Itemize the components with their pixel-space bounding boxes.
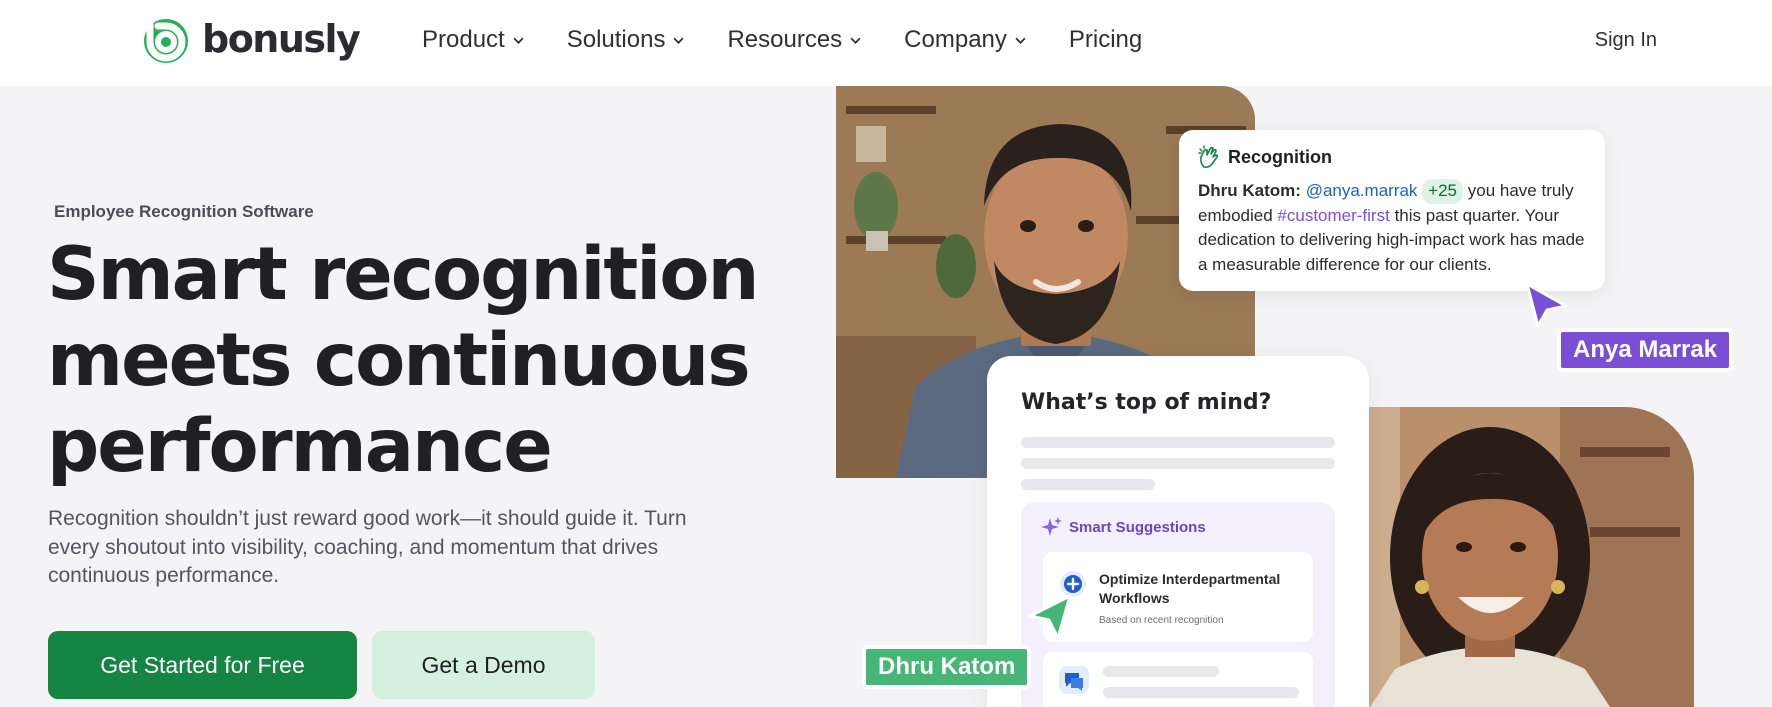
get-started-button[interactable]: Get Started for Free <box>48 631 357 699</box>
hero-headline: Smart recognition meets continuous perfo… <box>47 232 767 490</box>
suggestion-item[interactable]: Optimize Interdepartmental Workflows Bas… <box>1043 552 1313 642</box>
chevron-down-icon <box>513 37 524 44</box>
recognition-mention[interactable]: @anya.marrak <box>1306 181 1418 200</box>
woman-photo <box>1340 407 1694 707</box>
recognition-card-title: Recognition <box>1228 146 1332 167</box>
chat-bubble-icon <box>1059 666 1089 694</box>
recognition-card: Recognition Dhru Katom: @anya.marrak +25… <box>1179 130 1605 291</box>
dhru-name-tag: Dhru Katom <box>862 645 1032 689</box>
smart-suggestions-title: Smart Suggestions <box>1069 518 1206 536</box>
suggestion-title: Optimize Interdepartmental Workflows <box>1099 571 1281 606</box>
sparkle-icon <box>1041 517 1062 536</box>
hero-eyebrow: Employee Recognition Software <box>54 202 314 221</box>
skeleton-line <box>1021 479 1155 490</box>
suggestion-item[interactable] <box>1043 652 1313 707</box>
nav-company[interactable]: Company <box>904 26 1026 54</box>
top-nav: bonusly Product Solutions Resources Comp… <box>0 0 1772 86</box>
recognition-message: Dhru Katom: @anya.marrak +25 you have tr… <box>1198 179 1586 277</box>
nav-pricing[interactable]: Pricing <box>1069 26 1142 54</box>
get-demo-button[interactable]: Get a Demo <box>372 631 595 699</box>
skeleton-line <box>1103 666 1219 677</box>
chevron-down-icon <box>673 37 684 44</box>
logo-wordmark: bonusly <box>202 17 361 61</box>
skeleton-line <box>1103 687 1299 698</box>
headline-line-3: performance <box>47 404 553 489</box>
nav-resources[interactable]: Resources <box>727 26 861 54</box>
clapping-hands-icon <box>1198 145 1219 168</box>
chevron-down-icon <box>1015 37 1026 44</box>
nav-solutions-label: Solutions <box>566 26 666 53</box>
recognition-author: Dhru Katom: <box>1198 181 1301 200</box>
top-of-mind-card: What’s top of mind? Smart Suggestions Op… <box>987 356 1369 707</box>
sign-in-link[interactable]: Sign In <box>1595 29 1657 52</box>
nav-solutions[interactable]: Solutions <box>567 26 685 54</box>
chevron-down-icon <box>850 37 861 44</box>
nav-pricing-label: Pricing <box>1068 26 1143 53</box>
skeleton-line <box>1021 458 1335 469</box>
cursor-arrow-icon <box>1028 594 1072 640</box>
bonusly-logo-icon <box>144 14 188 63</box>
nav-product[interactable]: Product <box>422 26 524 54</box>
hero-subtext: Recognition shouldn’t just reward good w… <box>48 507 687 587</box>
points-badge: +25 <box>1422 179 1464 204</box>
anya-name-tag: Anya Marrak <box>1557 328 1734 372</box>
recognition-hashtag[interactable]: #customer-first <box>1277 206 1389 225</box>
bonusly-logo[interactable]: bonusly <box>136 12 361 66</box>
main-menu: Product Solutions Resources Company Pric… <box>422 26 1185 54</box>
headline-line-1: Smart recognition <box>47 232 759 317</box>
cursor-arrow-icon <box>1525 282 1568 328</box>
smart-suggestions-header: Smart Suggestions <box>1041 516 1315 538</box>
nav-product-label: Product <box>422 26 505 53</box>
nav-resources-label: Resources <box>727 26 843 53</box>
nav-company-label: Company <box>904 26 1007 53</box>
headline-line-2: meets continuous <box>47 318 751 403</box>
top-of-mind-title: What’s top of mind? <box>1021 390 1272 415</box>
suggestion-note: Based on recent recognition <box>1099 615 1224 626</box>
recognition-card-header: Recognition <box>1198 145 1586 169</box>
skeleton-line <box>1021 437 1335 448</box>
